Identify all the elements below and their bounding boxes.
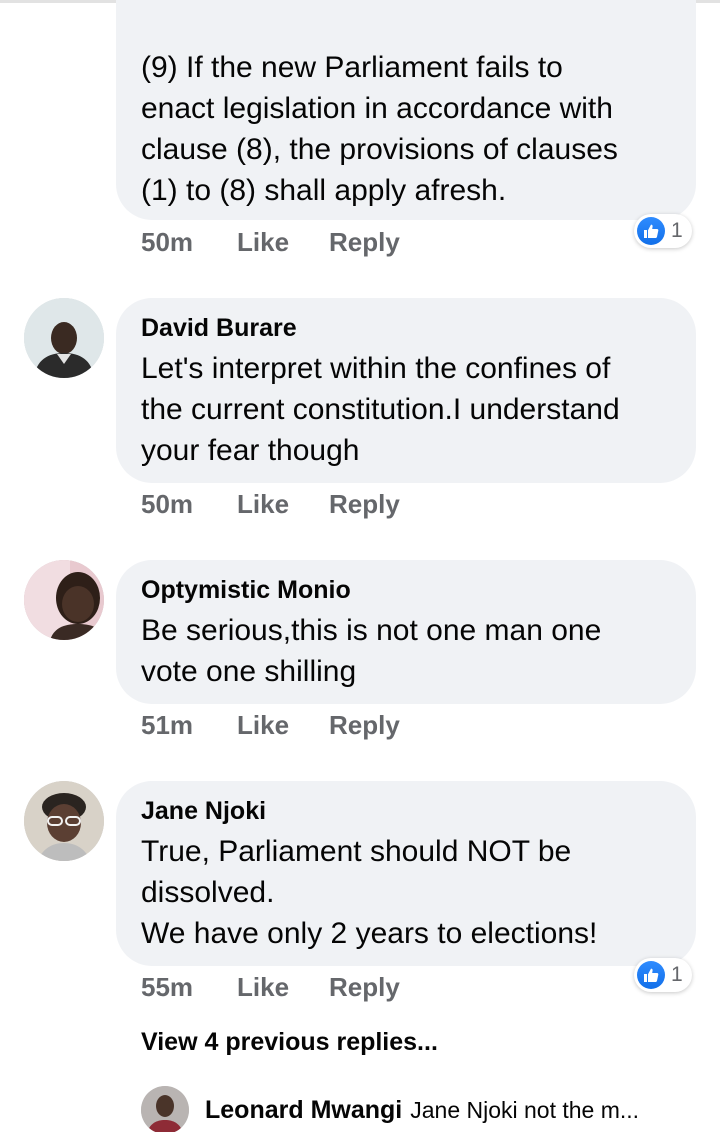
comment-bubble[interactable]: (9) If the new Parliament fails to enact… [116, 0, 696, 220]
avatar[interactable] [24, 781, 104, 861]
like-button[interactable]: Like [237, 972, 329, 1003]
comment-author[interactable]: Jane Njoki [141, 795, 672, 827]
comment-time[interactable]: 50m [141, 489, 237, 520]
comment-actions: 50m Like Reply [141, 226, 400, 258]
reply-button[interactable]: Reply [329, 710, 400, 741]
comment-author[interactable]: Optymistic Monio [141, 574, 672, 606]
avatar[interactable] [24, 560, 104, 640]
like-button[interactable]: Like [237, 710, 329, 741]
comment-time[interactable]: 50m [141, 227, 237, 258]
view-previous-replies-link[interactable]: View 4 previous replies... [141, 1028, 438, 1057]
comments-thread: (9) If the new Parliament fails to enact… [0, 0, 720, 1132]
like-button[interactable]: Like [237, 227, 329, 258]
reply-author[interactable]: Leonard Mwangi [205, 1096, 402, 1125]
comment-text: True, Parliament should NOT be dissolved… [141, 835, 598, 950]
like-thumb-icon [637, 961, 665, 989]
comment-bubble[interactable]: Optymistic Monio Be serious,this is not … [116, 560, 696, 704]
comment-bubble[interactable]: David Burare Let's interpret within the … [116, 298, 696, 483]
like-thumb-icon [637, 217, 665, 245]
comment-author[interactable]: David Burare [141, 312, 672, 344]
reply-preview[interactable]: Leonard Mwangi Jane Njoki not the m... [141, 1086, 701, 1132]
comment-text: Be serious,this is not one man one vote … [141, 614, 602, 688]
avatar[interactable] [24, 298, 104, 378]
reaction-badge[interactable]: 1 [634, 958, 692, 992]
comment-time[interactable]: 51m [141, 710, 237, 741]
reaction-count: 1 [671, 219, 683, 242]
reaction-badge[interactable]: 1 [634, 214, 692, 248]
comment-text: (9) If the new Parliament fails to enact… [141, 51, 618, 207]
comment-time[interactable]: 55m [141, 972, 237, 1003]
avatar[interactable] [141, 1086, 189, 1132]
comment-actions: 55m Like Reply [141, 971, 400, 1003]
reaction-count: 1 [671, 963, 683, 986]
reply-button[interactable]: Reply [329, 972, 400, 1003]
reply-text: Jane Njoki not the m... [410, 1096, 640, 1123]
comment-text: Let's interpret within the confines of t… [141, 352, 620, 467]
reply-button[interactable]: Reply [329, 227, 400, 258]
comment-actions: 50m Like Reply [141, 488, 400, 520]
reply-button[interactable]: Reply [329, 489, 400, 520]
comment-bubble[interactable]: Jane Njoki True, Parliament should NOT b… [116, 781, 696, 966]
like-button[interactable]: Like [237, 489, 329, 520]
comment-actions: 51m Like Reply [141, 709, 400, 741]
